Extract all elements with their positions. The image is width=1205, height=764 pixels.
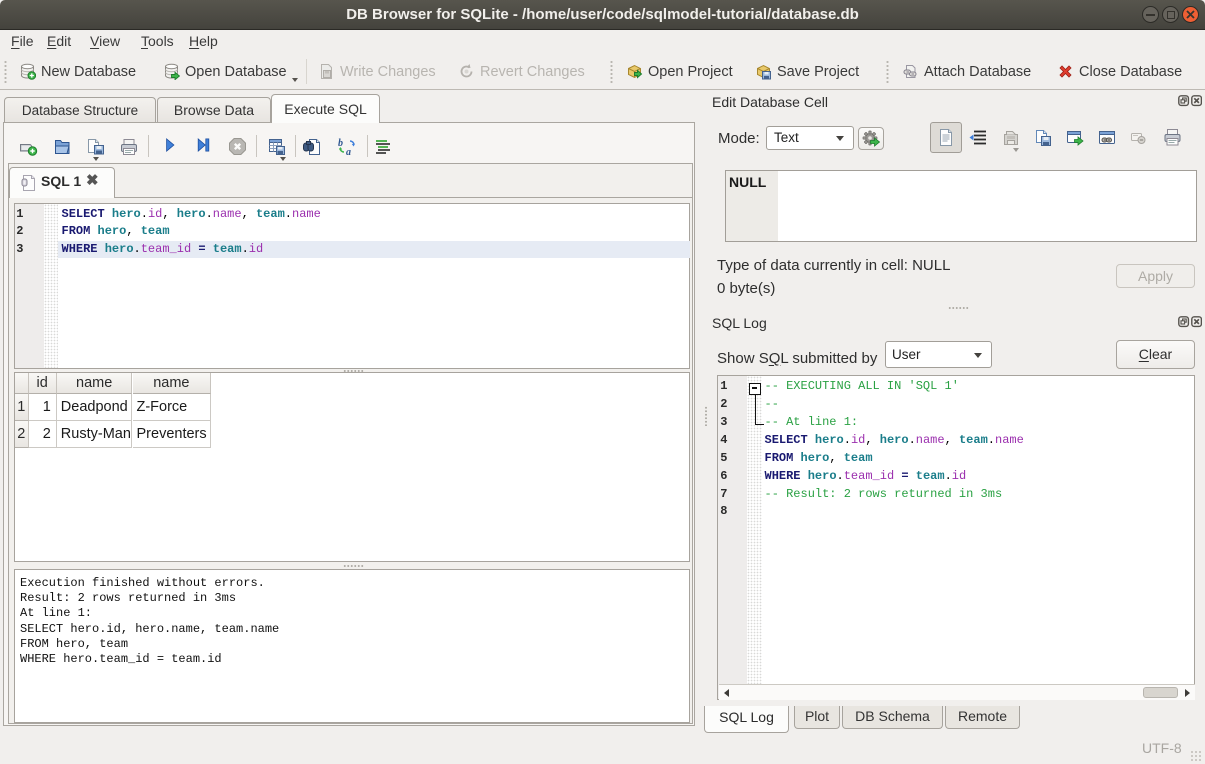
svg-text:a: a: [346, 147, 351, 157]
